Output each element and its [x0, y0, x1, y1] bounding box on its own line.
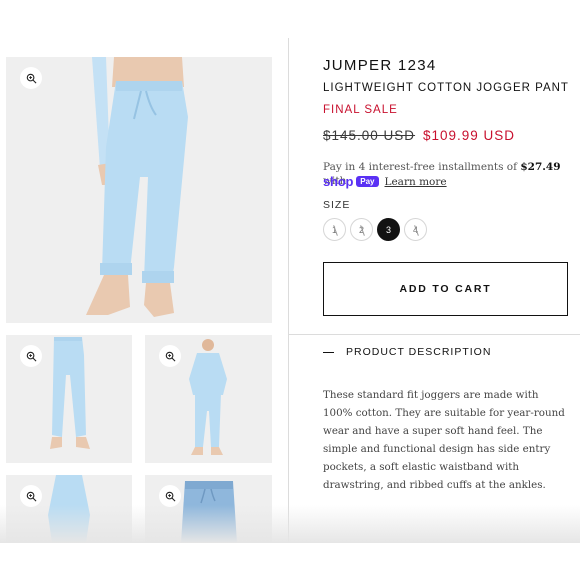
size-option-2[interactable]: 2	[350, 218, 373, 241]
gallery-image-main[interactable]	[6, 57, 272, 323]
final-sale-badge: FINAL SALE	[323, 104, 398, 116]
installment-amount: $27.49	[520, 161, 561, 173]
column-divider	[288, 38, 289, 543]
size-option-3[interactable]: 3	[377, 218, 400, 241]
zoom-in-icon	[165, 351, 175, 361]
product-description: These standard fit joggers are made with…	[323, 389, 565, 491]
bottom-fade-overlay	[0, 505, 580, 543]
product-gallery	[0, 0, 288, 580]
original-price: $145.00 USD	[323, 128, 416, 143]
description-heading: PRODUCT DESCRIPTION	[346, 346, 492, 358]
shop-pay-logo: shop	[323, 174, 354, 189]
zoom-button[interactable]	[20, 67, 42, 89]
product-brand: JUMPER 1234	[323, 57, 437, 74]
zoom-button[interactable]	[159, 345, 181, 367]
zoom-button[interactable]	[20, 345, 42, 367]
shop-pay-badge: Pay	[356, 176, 379, 187]
product-title: LIGHTWEIGHT COTTON JOGGER PANT	[323, 82, 569, 94]
zoom-in-icon	[26, 73, 36, 83]
section-divider	[288, 334, 580, 335]
gallery-image-2[interactable]	[6, 335, 132, 463]
add-to-cart-button[interactable]: ADD TO CART	[323, 262, 568, 316]
gallery-image-3[interactable]	[145, 335, 272, 463]
collapse-dash-icon	[323, 351, 334, 353]
zoom-in-icon	[26, 491, 36, 501]
zoom-button[interactable]	[159, 485, 181, 507]
zoom-button[interactable]	[20, 485, 42, 507]
shop-pay-row: shop Pay Learn more	[323, 174, 447, 189]
sale-price: $109.99 USD	[423, 128, 516, 143]
description-toggle[interactable]: PRODUCT DESCRIPTION	[323, 346, 491, 358]
installments-prefix: Pay in 4 interest-free installments of	[323, 161, 521, 173]
size-option-4[interactable]: 4	[404, 218, 427, 241]
size-selector: 1 2 3 4	[323, 218, 427, 241]
size-label: SIZE	[323, 199, 351, 211]
learn-more-link[interactable]: Learn more	[385, 176, 447, 188]
bottom-bar	[0, 543, 580, 580]
size-option-1[interactable]: 1	[323, 218, 346, 241]
zoom-in-icon	[26, 351, 36, 361]
jogger-front-closeup-image	[6, 57, 272, 323]
zoom-in-icon	[165, 491, 175, 501]
